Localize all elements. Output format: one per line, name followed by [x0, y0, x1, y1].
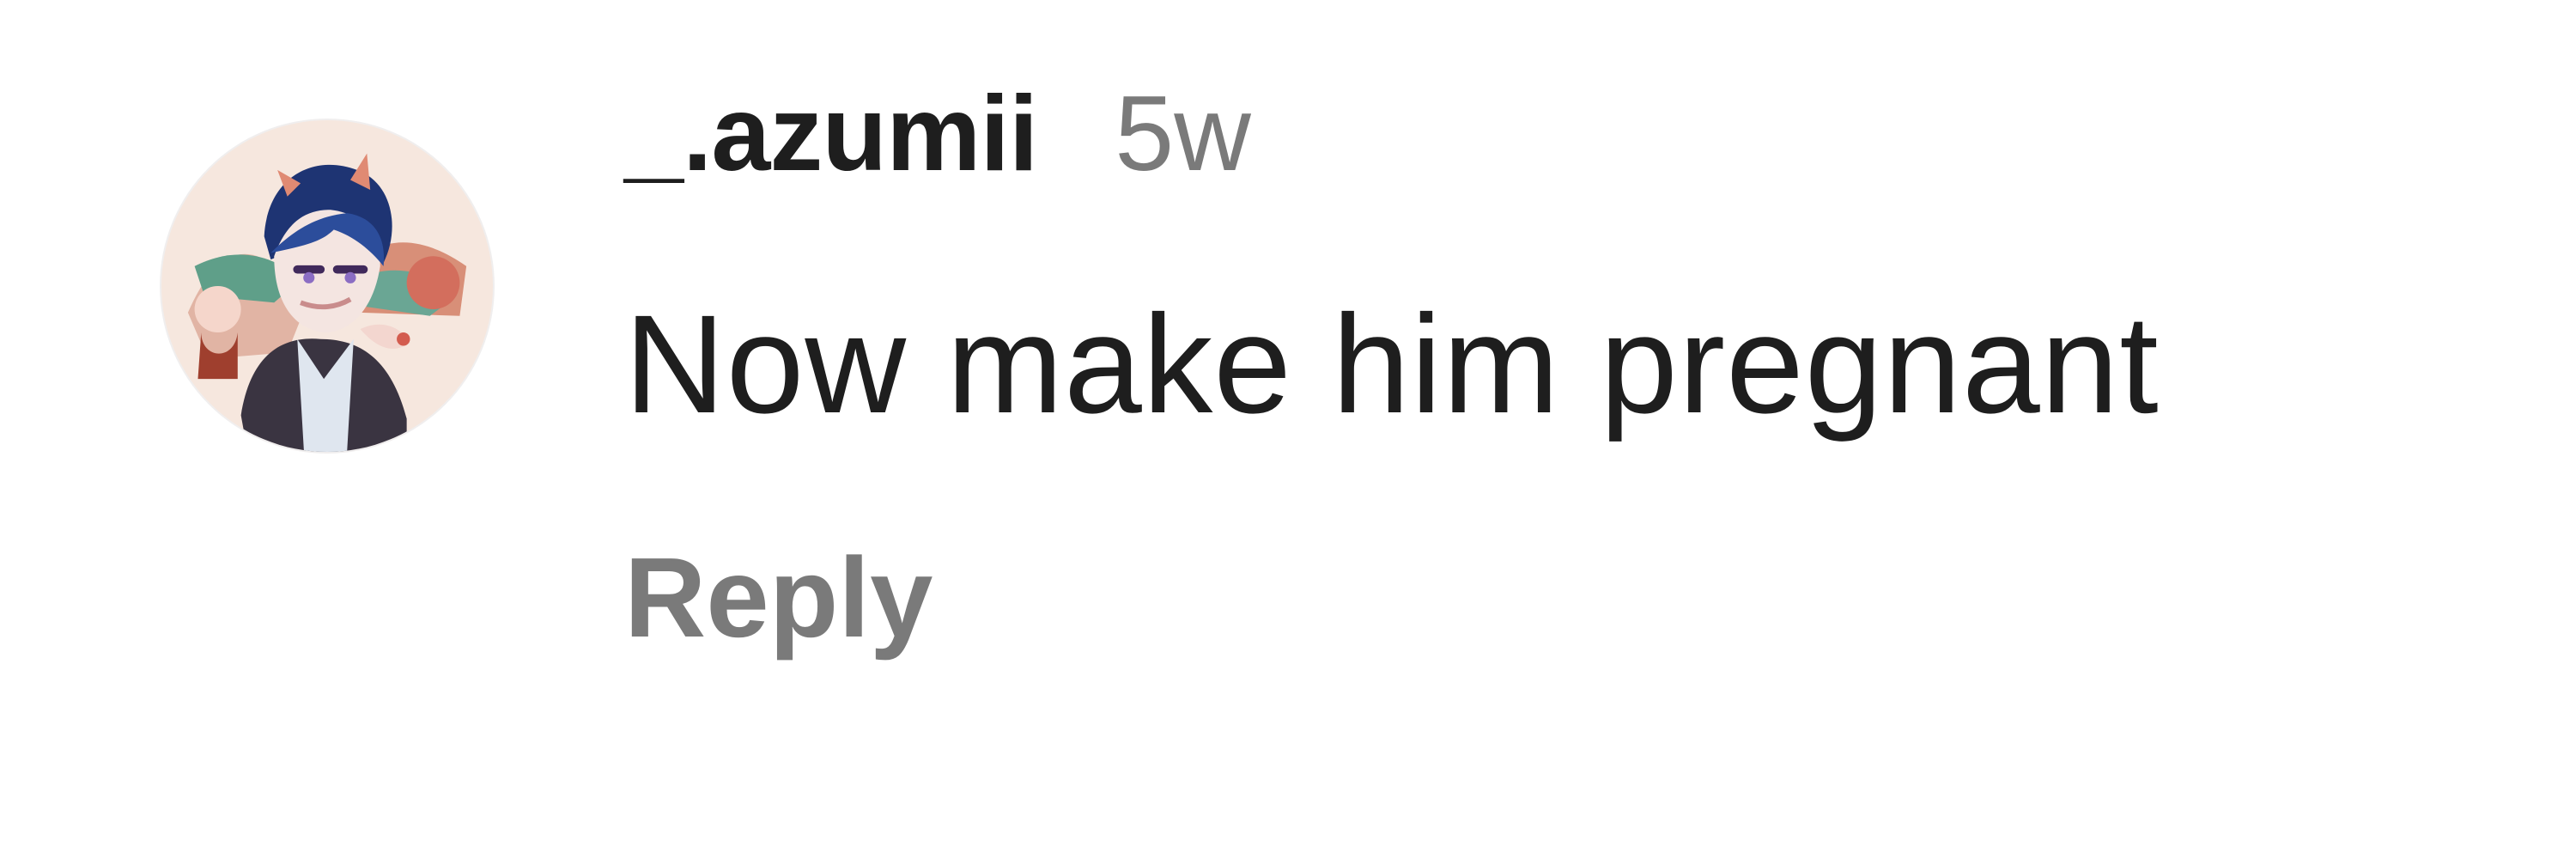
avatar-illustration [161, 120, 493, 452]
comment-timestamp: 5w [1115, 75, 1251, 193]
username-link[interactable]: _.azumii [624, 73, 1038, 195]
reply-button[interactable]: Reply [624, 533, 933, 662]
comment-item: _.azumii 5w Now make him pregnant Reply [0, 0, 2576, 859]
profile-avatar-icon[interactable] [161, 120, 493, 452]
comment-header: _.azumii 5w [624, 73, 1251, 202]
comment-text: Now make him pregnant [624, 285, 2160, 442]
